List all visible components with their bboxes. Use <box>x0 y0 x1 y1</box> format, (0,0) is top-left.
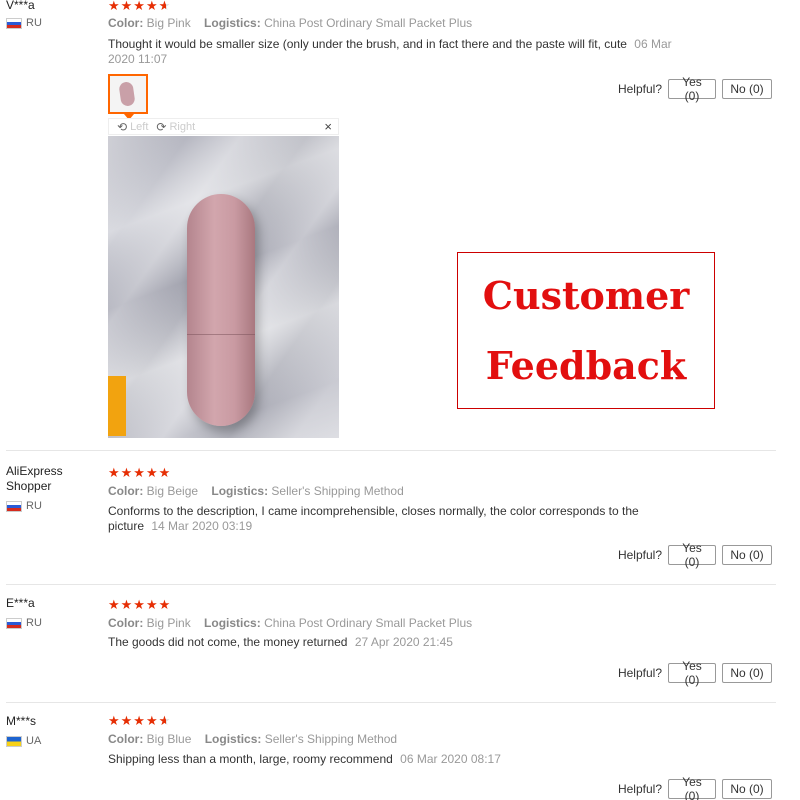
ukraine-flag-icon <box>6 735 22 747</box>
rotate-left-label: Left <box>130 120 149 133</box>
logistics-label: Logistics: <box>204 732 262 746</box>
color-value: Big Pink <box>146 616 191 630</box>
banner-line-1: Customer <box>482 272 690 318</box>
review-meta: Color: Big Pink Logistics: China Post Or… <box>108 616 472 630</box>
helpful-yes-button[interactable]: Yes (0) <box>668 75 716 103</box>
helpful-votes: Helpful? Yes (0) No (0) <box>617 775 772 800</box>
reviewer-country: RU <box>6 617 42 629</box>
review-date: 14 Mar 2020 03:19 <box>151 519 253 533</box>
reviewer-name: M***s <box>6 714 37 728</box>
helpful-no-button[interactable]: No (0) <box>722 79 772 99</box>
helpful-label: Helpful? <box>617 82 662 96</box>
helpful-no-button[interactable]: No (0) <box>722 779 772 799</box>
helpful-yes-button[interactable]: Yes (0) <box>668 659 716 687</box>
star-rating: ★★★★★ <box>108 714 171 729</box>
helpful-label: Helpful? <box>617 666 662 680</box>
review-text: Conforms to the description, I came inco… <box>108 504 668 534</box>
russia-flag-icon <box>6 617 22 629</box>
review-date: 06 Mar 2020 08:17 <box>400 752 501 766</box>
pink-case-image <box>187 194 255 426</box>
review-photo <box>108 136 339 438</box>
helpful-votes: Helpful? Yes (0) No (0) <box>617 75 772 103</box>
color-value: Big Beige <box>146 484 199 498</box>
divider <box>6 702 776 703</box>
rotate-right-icon: ⟳ <box>156 119 167 134</box>
reviewer-country: UA <box>6 735 41 747</box>
divider <box>6 450 776 451</box>
review-date: 27 Apr 2020 21:45 <box>354 635 453 649</box>
logistics-label: Logistics: <box>204 616 261 630</box>
close-icon[interactable]: × <box>324 119 332 135</box>
star-rating: ★★★★★ <box>108 465 172 480</box>
review-item: AliExpress Shopper RU ★★★★★ Color: Big B… <box>0 458 800 584</box>
country-code: UA <box>26 735 42 747</box>
helpful-yes-button[interactable]: Yes (0) <box>668 775 716 800</box>
color-label: Color: <box>108 616 144 630</box>
logistics-value: China Post Ordinary Small Packet Plus <box>264 16 473 30</box>
star-rating: ★★★★★ <box>108 597 172 612</box>
reviewer-name: V***a <box>6 0 35 12</box>
helpful-label: Helpful? <box>617 782 662 796</box>
photo-viewer-toolbar: ⟲ Left ⟳ Right × <box>108 118 339 135</box>
reviewer-name: E***a <box>6 596 35 610</box>
color-value: Big Blue <box>146 732 192 746</box>
reviewer-country: RU <box>6 17 42 29</box>
helpful-no-button[interactable]: No (0) <box>722 663 772 683</box>
review-item: E***a RU ★★★★★ Color: Big Pink Logistics… <box>0 590 800 702</box>
helpful-yes-button[interactable]: Yes (0) <box>668 541 716 569</box>
review-meta: Color: Big Blue Logistics: Seller's Ship… <box>108 732 397 746</box>
color-value: Big Pink <box>146 16 191 30</box>
review-body: Thought it would be smaller size (only u… <box>108 37 627 51</box>
helpful-no-button[interactable]: No (0) <box>722 545 772 565</box>
review-text: The goods did not come, the money return… <box>108 635 698 650</box>
rotate-right-button[interactable]: ⟳ Right <box>156 120 195 134</box>
rotate-left-button[interactable]: ⟲ Left <box>117 120 148 134</box>
banner-line-2: Feedback <box>485 342 687 388</box>
review-meta: Color: Big Beige Logistics: Seller's Shi… <box>108 484 404 498</box>
review-meta: Color: Big Pink Logistics: China Post Or… <box>108 16 472 30</box>
logistics-value: Seller's Shipping Method <box>271 484 404 498</box>
country-code: RU <box>26 617 42 629</box>
helpful-label: Helpful? <box>617 548 662 562</box>
logistics-label: Logistics: <box>204 16 261 30</box>
rotate-left-icon: ⟲ <box>117 119 128 134</box>
review-body: The goods did not come, the money return… <box>108 635 348 649</box>
review-text: Thought it would be smaller size (only u… <box>108 37 698 67</box>
reviewer-name: AliExpress Shopper <box>6 464 63 493</box>
star-rating: ★★★★★ <box>108 0 171 13</box>
review-body: Shipping less than a month, large, roomy… <box>108 752 393 766</box>
logistics-value: Seller's Shipping Method <box>264 732 398 746</box>
russia-flag-icon <box>6 17 22 29</box>
photo-tag <box>108 376 126 436</box>
reviewer-country: RU <box>6 500 42 512</box>
country-code: RU <box>26 17 42 29</box>
color-label: Color: <box>108 16 144 30</box>
logistics-value: China Post Ordinary Small Packet Plus <box>264 616 473 630</box>
review-item: M***s UA ★★★★★ Color: Big Blue Logistics… <box>0 708 800 800</box>
color-label: Color: <box>108 732 144 746</box>
russia-flag-icon <box>6 500 22 512</box>
rotate-right-label: Right <box>169 120 196 133</box>
helpful-votes: Helpful? Yes (0) No (0) <box>617 659 772 687</box>
color-label: Color: <box>108 484 144 498</box>
review-photo-thumbnail[interactable] <box>108 74 148 114</box>
review-text: Shipping less than a month, large, roomy… <box>108 752 698 767</box>
helpful-votes: Helpful? Yes (0) No (0) <box>617 541 772 569</box>
logistics-label: Logistics: <box>211 484 269 498</box>
country-code: RU <box>26 500 42 512</box>
divider <box>6 584 776 585</box>
customer-feedback-banner: Customer Feedback <box>457 252 715 409</box>
